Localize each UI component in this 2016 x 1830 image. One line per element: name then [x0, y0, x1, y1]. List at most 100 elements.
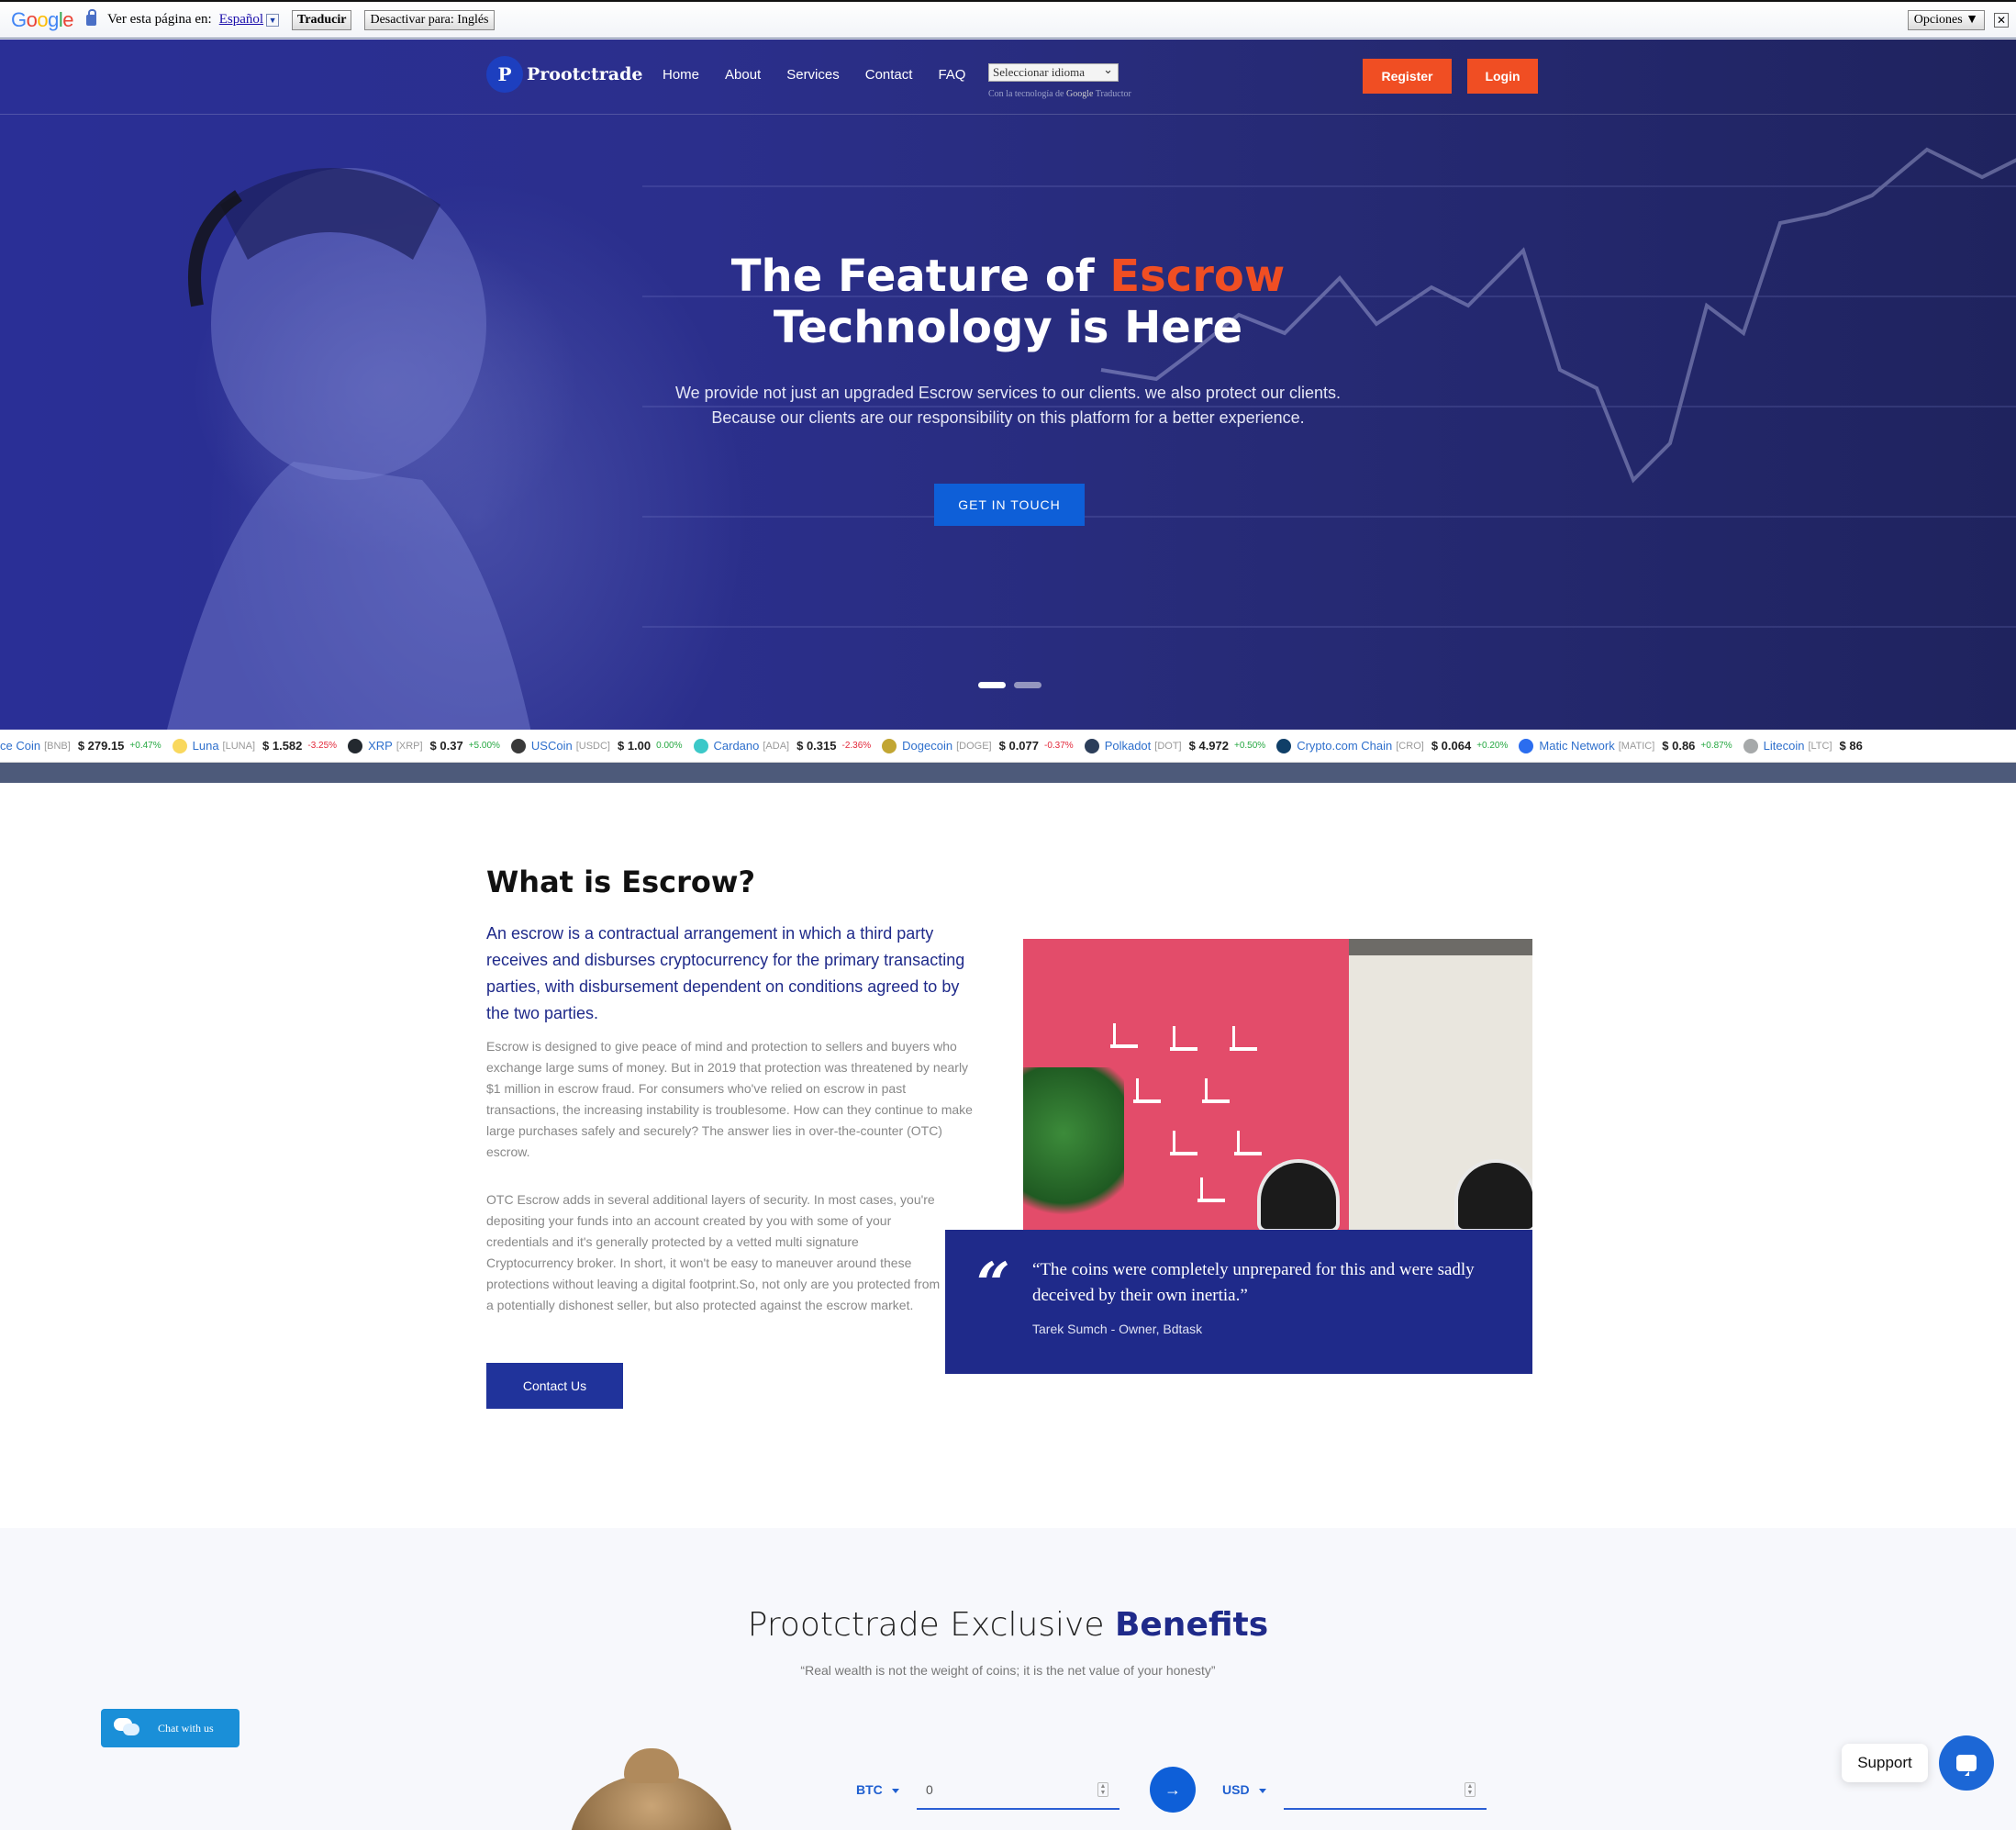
- language-select[interactable]: Seleccionar idioma: [988, 61, 1119, 82]
- ticker-price: $ 0.86: [1662, 739, 1696, 753]
- nav-faq[interactable]: FAQ: [938, 67, 965, 83]
- chat-icon: [1956, 1755, 1977, 1776]
- shelf-post: [1205, 1078, 1208, 1100]
- ticker-coin-name: Dogecoin: [902, 739, 953, 753]
- from-amount-input[interactable]: 0 ▲ ▼: [917, 1771, 1119, 1810]
- contact-us-button[interactable]: Contact Us: [486, 1363, 623, 1409]
- coin-icon: [1743, 738, 1758, 753]
- ticker-price: $ 1.582: [262, 739, 303, 753]
- powered-suffix: Traductor: [1095, 89, 1131, 99]
- nav-services[interactable]: Services: [786, 67, 840, 83]
- ticker-coin-name: Litecoin: [1763, 739, 1805, 753]
- brand-logo[interactable]: P Prootctrade: [486, 56, 642, 93]
- ticker-price: $ 4.972: [1188, 739, 1229, 753]
- chevron-down-icon[interactable]: ▼: [266, 13, 280, 27]
- from-currency-select[interactable]: BTC: [856, 1782, 899, 1797]
- chat-with-us-button[interactable]: Chat with us: [101, 1709, 239, 1747]
- convert-arrow-button[interactable]: →: [1150, 1767, 1196, 1813]
- hero-title-accent: Escrow: [1109, 251, 1286, 302]
- logo-icon: P: [486, 56, 523, 93]
- quote-icon: “: [976, 1250, 1010, 1319]
- options-button[interactable]: Opciones ▼: [1907, 10, 1985, 30]
- ticker-price: $ 1.00: [617, 739, 652, 753]
- ticker-change: 0.00%: [656, 741, 683, 751]
- ticker-symbol: [BNB]: [44, 740, 71, 752]
- escrow-paragraph-2: OTC Escrow adds in several additional la…: [486, 1192, 941, 1312]
- carousel-dot-2[interactable]: [1014, 682, 1041, 688]
- to-currency-select[interactable]: USD: [1222, 1782, 1266, 1797]
- number-spinner-icon[interactable]: ▲ ▼: [1465, 1782, 1476, 1797]
- from-amount-value: 0: [926, 1782, 933, 1797]
- ticker-coin-name: Polkadot: [1104, 739, 1152, 753]
- support-label[interactable]: Support: [1842, 1744, 1928, 1782]
- coin-icon: [1519, 738, 1534, 753]
- office-photo: [1023, 939, 1532, 1233]
- translate-button[interactable]: Traducir: [292, 9, 352, 30]
- ticker-item[interactable]: Luna [LUNA] $ 1.582 -3.25%: [172, 738, 337, 753]
- brand-name: Prootctrade: [527, 64, 643, 84]
- ticker-symbol: [LTC]: [1808, 740, 1832, 752]
- nav-about[interactable]: About: [725, 67, 761, 83]
- main-nav: Home About Services Contact FAQ: [663, 67, 991, 83]
- ticker-symbol: [CRO]: [1396, 740, 1424, 752]
- shelf-post: [1237, 1131, 1240, 1153]
- support-chat-button[interactable]: [1939, 1735, 1994, 1791]
- hero-section: P Prootctrade Home About Services Contac…: [0, 39, 2016, 730]
- number-spinner-icon[interactable]: ▲ ▼: [1097, 1782, 1108, 1797]
- disable-translate-button[interactable]: Desactivar para: Inglés: [364, 9, 495, 30]
- ticker-price: $ 279.15: [77, 739, 125, 753]
- chat-bubbles-icon: [114, 1718, 141, 1738]
- ticker-item[interactable]: Crypto.com Chain [CRO] $ 0.064 +0.20%: [1276, 738, 1508, 753]
- coin-icon: [510, 738, 526, 753]
- ticker-symbol: [USDC]: [575, 740, 610, 752]
- get-in-touch-button[interactable]: GET IN TOUCH: [934, 484, 1085, 526]
- ticker-change: -0.37%: [1044, 741, 1074, 751]
- escrow-lead: An escrow is a contractual arrangement i…: [486, 924, 965, 1022]
- quote-text: “The coins were completely unprepared fo…: [1032, 1260, 1475, 1305]
- ticker-item[interactable]: ce Coin [BNB] $ 279.15 +0.47%: [0, 739, 162, 753]
- ticker-change: +0.50%: [1234, 741, 1266, 751]
- hero-title-part1: The Feature of: [730, 251, 1110, 302]
- ticker-item[interactable]: Matic Network [MATIC] $ 0.86 +0.87%: [1519, 738, 1732, 753]
- ticker-price: $ 0.077: [998, 739, 1039, 753]
- google-logo: Google: [11, 7, 74, 31]
- ticker-item[interactable]: Litecoin [LTC] $ 86: [1743, 738, 1868, 753]
- carousel-dot-1[interactable]: [978, 682, 1006, 688]
- login-button[interactable]: Login: [1467, 59, 1538, 94]
- coin-icon: [172, 738, 187, 753]
- ticker-symbol: [MATIC]: [1618, 740, 1655, 752]
- ticker-price: $ 0.315: [796, 739, 837, 753]
- ticker-symbol: [DOT]: [1154, 740, 1182, 752]
- nav-contact[interactable]: Contact: [865, 67, 913, 83]
- top-navigation: P Prootctrade Home About Services Contac…: [0, 39, 2016, 115]
- ticker-item[interactable]: Cardano [ADA] $ 0.315 -2.36%: [693, 738, 871, 753]
- money-sack-image: [569, 1748, 734, 1830]
- coin-icon: [882, 738, 897, 753]
- sack-tie: [624, 1748, 679, 1783]
- benefits-title: Prootctrade Exclusive Benefits: [0, 1606, 2016, 1644]
- coin-icon: [693, 738, 708, 753]
- ticker-item[interactable]: XRP [XRP] $ 0.37 +5.00%: [348, 738, 500, 753]
- ticker-coin-name: USCoin: [530, 739, 573, 753]
- ticker-item[interactable]: Dogecoin [DOGE] $ 0.077 -0.37%: [882, 738, 1074, 753]
- chair: [1257, 1159, 1340, 1233]
- ticker-item[interactable]: USCoin [USDC] $ 1.00 0.00%: [510, 738, 683, 753]
- register-button[interactable]: Register: [1363, 59, 1452, 94]
- escrow-heading: What is Escrow?: [486, 865, 756, 899]
- nav-home[interactable]: Home: [663, 67, 699, 83]
- translate-prompt: Ver esta página en:: [107, 12, 212, 27]
- ticker-item[interactable]: Polkadot [DOT] $ 4.972 +0.50%: [1084, 738, 1266, 753]
- close-icon[interactable]: ✕: [1994, 13, 2009, 28]
- lock-icon: [86, 8, 97, 26]
- translate-language-link[interactable]: Español: [219, 12, 263, 28]
- ticker-symbol: [LUNA]: [222, 740, 256, 752]
- powered-google: Google: [1065, 89, 1094, 99]
- ticker-price: $ 0.064: [1431, 739, 1472, 753]
- to-amount-input[interactable]: ▲ ▼: [1284, 1771, 1487, 1810]
- shelf-post: [1113, 1023, 1116, 1045]
- hero-subtitle-line2: Because our clients are our responsibili…: [711, 408, 1305, 427]
- shelf-post: [1173, 1131, 1175, 1153]
- coin-icon: [1084, 738, 1099, 753]
- ticker-change: +0.47%: [129, 741, 162, 751]
- ticker-change: +0.87%: [1700, 741, 1732, 751]
